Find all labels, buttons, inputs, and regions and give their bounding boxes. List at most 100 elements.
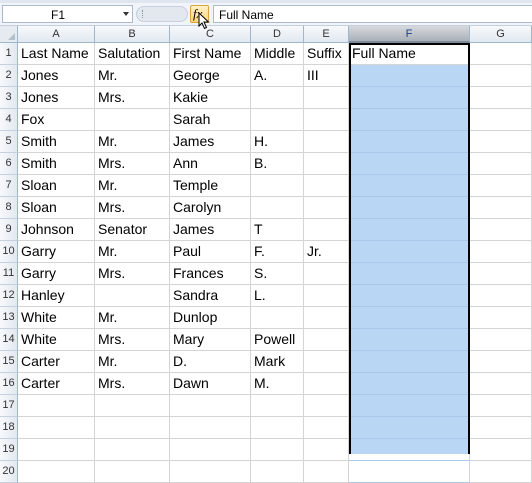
cell-g18[interactable] (470, 417, 532, 439)
name-box[interactable]: F1 (2, 5, 133, 23)
cell-c8[interactable]: Carolyn (170, 197, 251, 219)
cell-b15[interactable]: Mr. (95, 351, 170, 373)
cell-g11[interactable] (470, 263, 532, 285)
cell-a9[interactable]: Johnson (18, 219, 95, 241)
cell-b5[interactable]: Mr. (95, 131, 170, 153)
column-header-g[interactable]: G (470, 26, 532, 43)
cell-e14[interactable] (304, 329, 349, 351)
cell-a6[interactable]: Smith (18, 153, 95, 175)
cell-g12[interactable] (470, 285, 532, 307)
cell-c19[interactable] (170, 439, 251, 461)
cell-b10[interactable]: Mr. (95, 241, 170, 263)
cell-c11[interactable]: Frances (170, 263, 251, 285)
cell-e8[interactable] (304, 197, 349, 219)
cell-d1[interactable]: Middle (251, 43, 304, 65)
cell-g20[interactable] (470, 461, 532, 483)
row-header-16[interactable]: 16 (0, 373, 18, 395)
cell-d15[interactable]: Mark (251, 351, 304, 373)
cell-b18[interactable] (95, 417, 170, 439)
cell-g5[interactable] (470, 131, 532, 153)
cell-g9[interactable] (470, 219, 532, 241)
column-header-f[interactable]: F (349, 26, 470, 43)
row-header-11[interactable]: 11 (0, 263, 18, 285)
cell-e19[interactable] (304, 439, 349, 461)
cell-e11[interactable] (304, 263, 349, 285)
cell-a8[interactable]: Sloan (18, 197, 95, 219)
cell-d3[interactable] (251, 87, 304, 109)
cell-a10[interactable]: Garry (18, 241, 95, 263)
cell-a20[interactable] (18, 461, 95, 483)
cell-b8[interactable]: Mrs. (95, 197, 170, 219)
cell-e4[interactable] (304, 109, 349, 131)
cell-a16[interactable]: Carter (18, 373, 95, 395)
row-header-2[interactable]: 2 (0, 65, 18, 87)
cell-b9[interactable]: Senator (95, 219, 170, 241)
cell-c13[interactable]: Dunlop (170, 307, 251, 329)
row-header-9[interactable]: 9 (0, 219, 18, 241)
cell-c14[interactable]: Mary (170, 329, 251, 351)
cell-a11[interactable]: Garry (18, 263, 95, 285)
cell-c9[interactable]: James (170, 219, 251, 241)
cell-d19[interactable] (251, 439, 304, 461)
cell-e15[interactable] (304, 351, 349, 373)
cell-b16[interactable]: Mrs. (95, 373, 170, 395)
cell-d12[interactable]: L. (251, 285, 304, 307)
select-all-button[interactable] (0, 26, 18, 43)
cell-e7[interactable] (304, 175, 349, 197)
formula-bar-resize-handle[interactable] (136, 6, 188, 22)
cell-c1[interactable]: First Name (170, 43, 251, 65)
row-header-6[interactable]: 6 (0, 153, 18, 175)
cell-e5[interactable] (304, 131, 349, 153)
cell-g6[interactable] (470, 153, 532, 175)
cell-c10[interactable]: Paul (170, 241, 251, 263)
cell-d5[interactable]: H. (251, 131, 304, 153)
cell-a2[interactable]: Jones (18, 65, 95, 87)
cell-c12[interactable]: Sandra (170, 285, 251, 307)
row-header-3[interactable]: 3 (0, 87, 18, 109)
row-header-15[interactable]: 15 (0, 351, 18, 373)
cell-e1[interactable]: Suffix (304, 43, 349, 65)
row-header-19[interactable]: 19 (0, 439, 18, 461)
cell-e12[interactable] (304, 285, 349, 307)
cell-b17[interactable] (95, 395, 170, 417)
cell-a3[interactable]: Jones (18, 87, 95, 109)
cell-g14[interactable] (470, 329, 532, 351)
column-header-b[interactable]: B (95, 26, 170, 43)
row-header-5[interactable]: 5 (0, 131, 18, 153)
cell-e3[interactable] (304, 87, 349, 109)
cell-e16[interactable] (304, 373, 349, 395)
cell-c5[interactable]: James (170, 131, 251, 153)
cell-e17[interactable] (304, 395, 349, 417)
cell-d13[interactable] (251, 307, 304, 329)
row-header-10[interactable]: 10 (0, 241, 18, 263)
cell-d10[interactable]: F. (251, 241, 304, 263)
cell-c4[interactable]: Sarah (170, 109, 251, 131)
cell-g13[interactable] (470, 307, 532, 329)
cell-d2[interactable]: A. (251, 65, 304, 87)
cell-c3[interactable]: Kakie (170, 87, 251, 109)
row-header-1[interactable]: 1 (0, 43, 18, 65)
cell-d7[interactable] (251, 175, 304, 197)
cell-g3[interactable] (470, 87, 532, 109)
cell-a14[interactable]: White (18, 329, 95, 351)
cell-e18[interactable] (304, 417, 349, 439)
cell-d20[interactable] (251, 461, 304, 483)
row-header-12[interactable]: 12 (0, 285, 18, 307)
cell-b7[interactable]: Mr. (95, 175, 170, 197)
cell-b1[interactable]: Salutation (95, 43, 170, 65)
cell-a1[interactable]: Last Name (18, 43, 95, 65)
cell-a7[interactable]: Sloan (18, 175, 95, 197)
cell-b6[interactable]: Mrs. (95, 153, 170, 175)
row-header-13[interactable]: 13 (0, 307, 18, 329)
cell-c20[interactable] (170, 461, 251, 483)
cell-a15[interactable]: Carter (18, 351, 95, 373)
cell-b12[interactable] (95, 285, 170, 307)
cell-b11[interactable]: Mrs. (95, 263, 170, 285)
cell-e10[interactable]: Jr. (304, 241, 349, 263)
cell-g19[interactable] (470, 439, 532, 461)
cell-g17[interactable] (470, 395, 532, 417)
cell-e6[interactable] (304, 153, 349, 175)
cell-b4[interactable] (95, 109, 170, 131)
cell-b19[interactable] (95, 439, 170, 461)
row-header-7[interactable]: 7 (0, 175, 18, 197)
